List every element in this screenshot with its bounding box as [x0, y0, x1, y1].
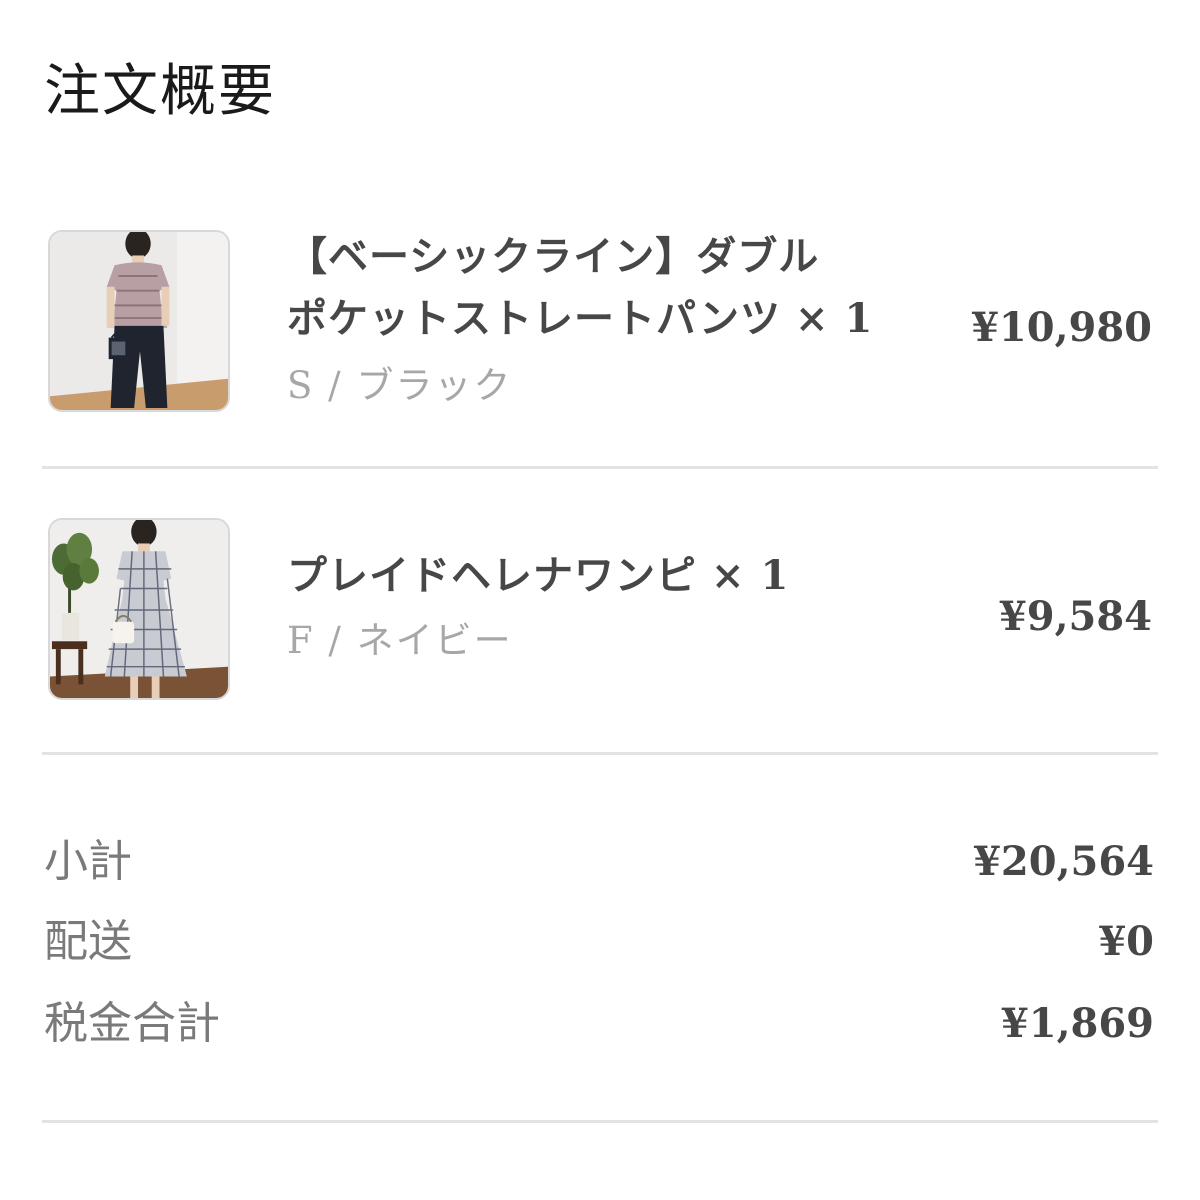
subtotal-row: 小計 ¥20,564: [44, 832, 1154, 892]
divider: [42, 1120, 1158, 1123]
product-photo-pants: [50, 232, 228, 410]
tax-row: 税金合計 ¥1,869: [44, 994, 1154, 1054]
item-variant: S / ブラック: [287, 364, 513, 407]
divider: [42, 752, 1158, 755]
product-thumbnail[interactable]: [48, 518, 230, 700]
item-name: プレイドヘレナワンピ × 1: [287, 545, 789, 607]
item-variant: F / ネイビー: [287, 619, 513, 662]
subtotal-value: ¥20,564: [973, 838, 1154, 885]
tax-value: ¥1,869: [1000, 1000, 1154, 1047]
item-price: ¥9,584: [998, 593, 1152, 640]
shipping-value: ¥0: [1098, 918, 1154, 965]
divider: [42, 466, 1158, 469]
product-thumbnail[interactable]: [48, 230, 230, 412]
item-quantity: × 1: [711, 552, 790, 599]
shipping-row: 配送 ¥0: [44, 912, 1154, 972]
item-name-line: 【ベーシックライン】ダブル: [287, 233, 820, 280]
shipping-label: 配送: [44, 916, 132, 967]
tax-label: 税金合計: [44, 998, 220, 1049]
item-name-line: プレイドヘレナワンピ × 1: [287, 552, 790, 599]
item-name: 【ベーシックライン】ダブル ポケットストレートパンツ × 1: [287, 226, 873, 350]
item-quantity: × 1: [795, 295, 874, 342]
subtotal-label: 小計: [44, 836, 132, 887]
page-title: 注文概要: [44, 59, 276, 124]
item-price: ¥10,980: [971, 304, 1152, 351]
item-name-line: ポケットストレートパンツ × 1: [287, 295, 874, 342]
product-photo-dress: [50, 520, 228, 698]
